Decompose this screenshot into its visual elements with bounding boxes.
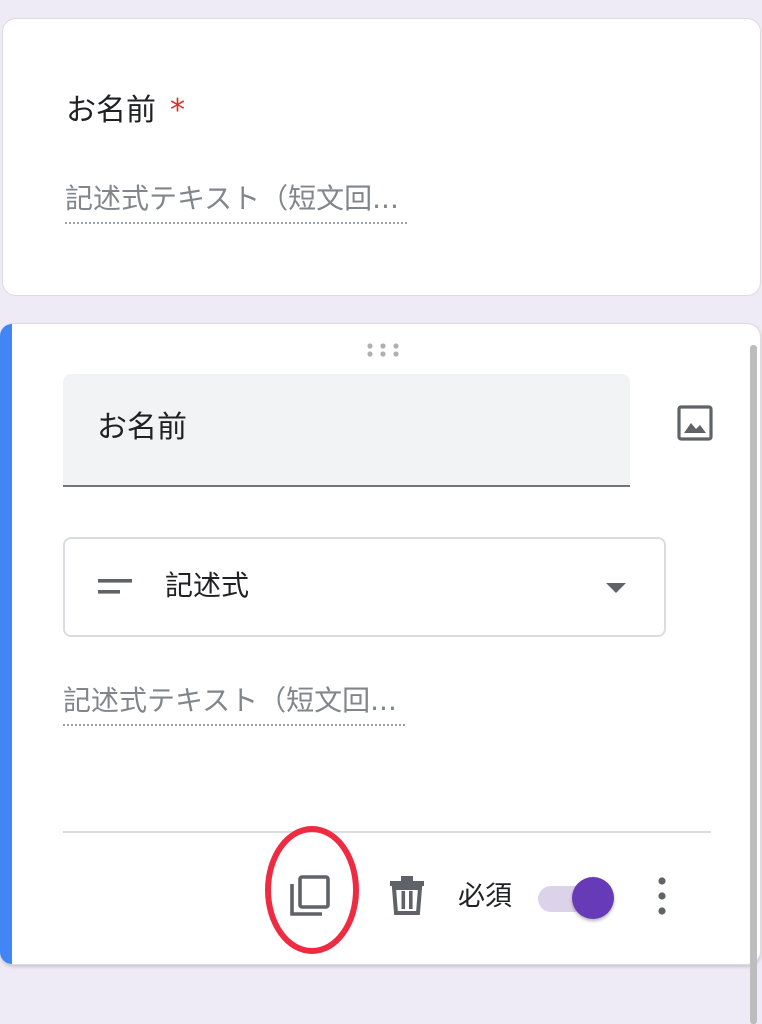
add-image-icon[interactable] xyxy=(676,404,714,442)
question-editor-card[interactable]: お名前 記述式 記述式テキスト（短文回... 必須 xyxy=(0,323,761,965)
question-title-input[interactable]: お名前 xyxy=(63,374,630,487)
short-answer-placeholder: 記述式テキスト（短文回... xyxy=(65,179,407,224)
short-text-icon xyxy=(98,579,132,594)
required-asterisk: * xyxy=(170,93,185,128)
question-preview-card[interactable]: お名前 * 記述式テキスト（短文回... xyxy=(2,18,761,296)
toggle-thumb xyxy=(572,877,614,919)
required-label: 必須 xyxy=(458,881,512,912)
question-title-value: お名前 xyxy=(97,410,187,445)
trash-icon[interactable] xyxy=(389,875,425,915)
active-card-accent-bar xyxy=(0,324,12,964)
question-type-dropdown[interactable]: 記述式 xyxy=(63,537,666,637)
required-toggle[interactable] xyxy=(538,876,618,920)
short-answer-placeholder: 記述式テキスト（短文回... xyxy=(63,681,405,726)
copy-icon[interactable] xyxy=(288,874,332,918)
question-title: お名前 xyxy=(66,93,156,128)
drag-handle-icon[interactable] xyxy=(366,342,400,358)
vertical-scrollbar[interactable] xyxy=(750,345,757,1024)
question-type-label: 記述式 xyxy=(165,569,250,602)
more-vert-icon[interactable] xyxy=(652,876,672,916)
dropdown-arrow-icon xyxy=(606,583,626,593)
question-title-row: お名前 * xyxy=(66,91,185,131)
footer-divider xyxy=(63,831,711,833)
